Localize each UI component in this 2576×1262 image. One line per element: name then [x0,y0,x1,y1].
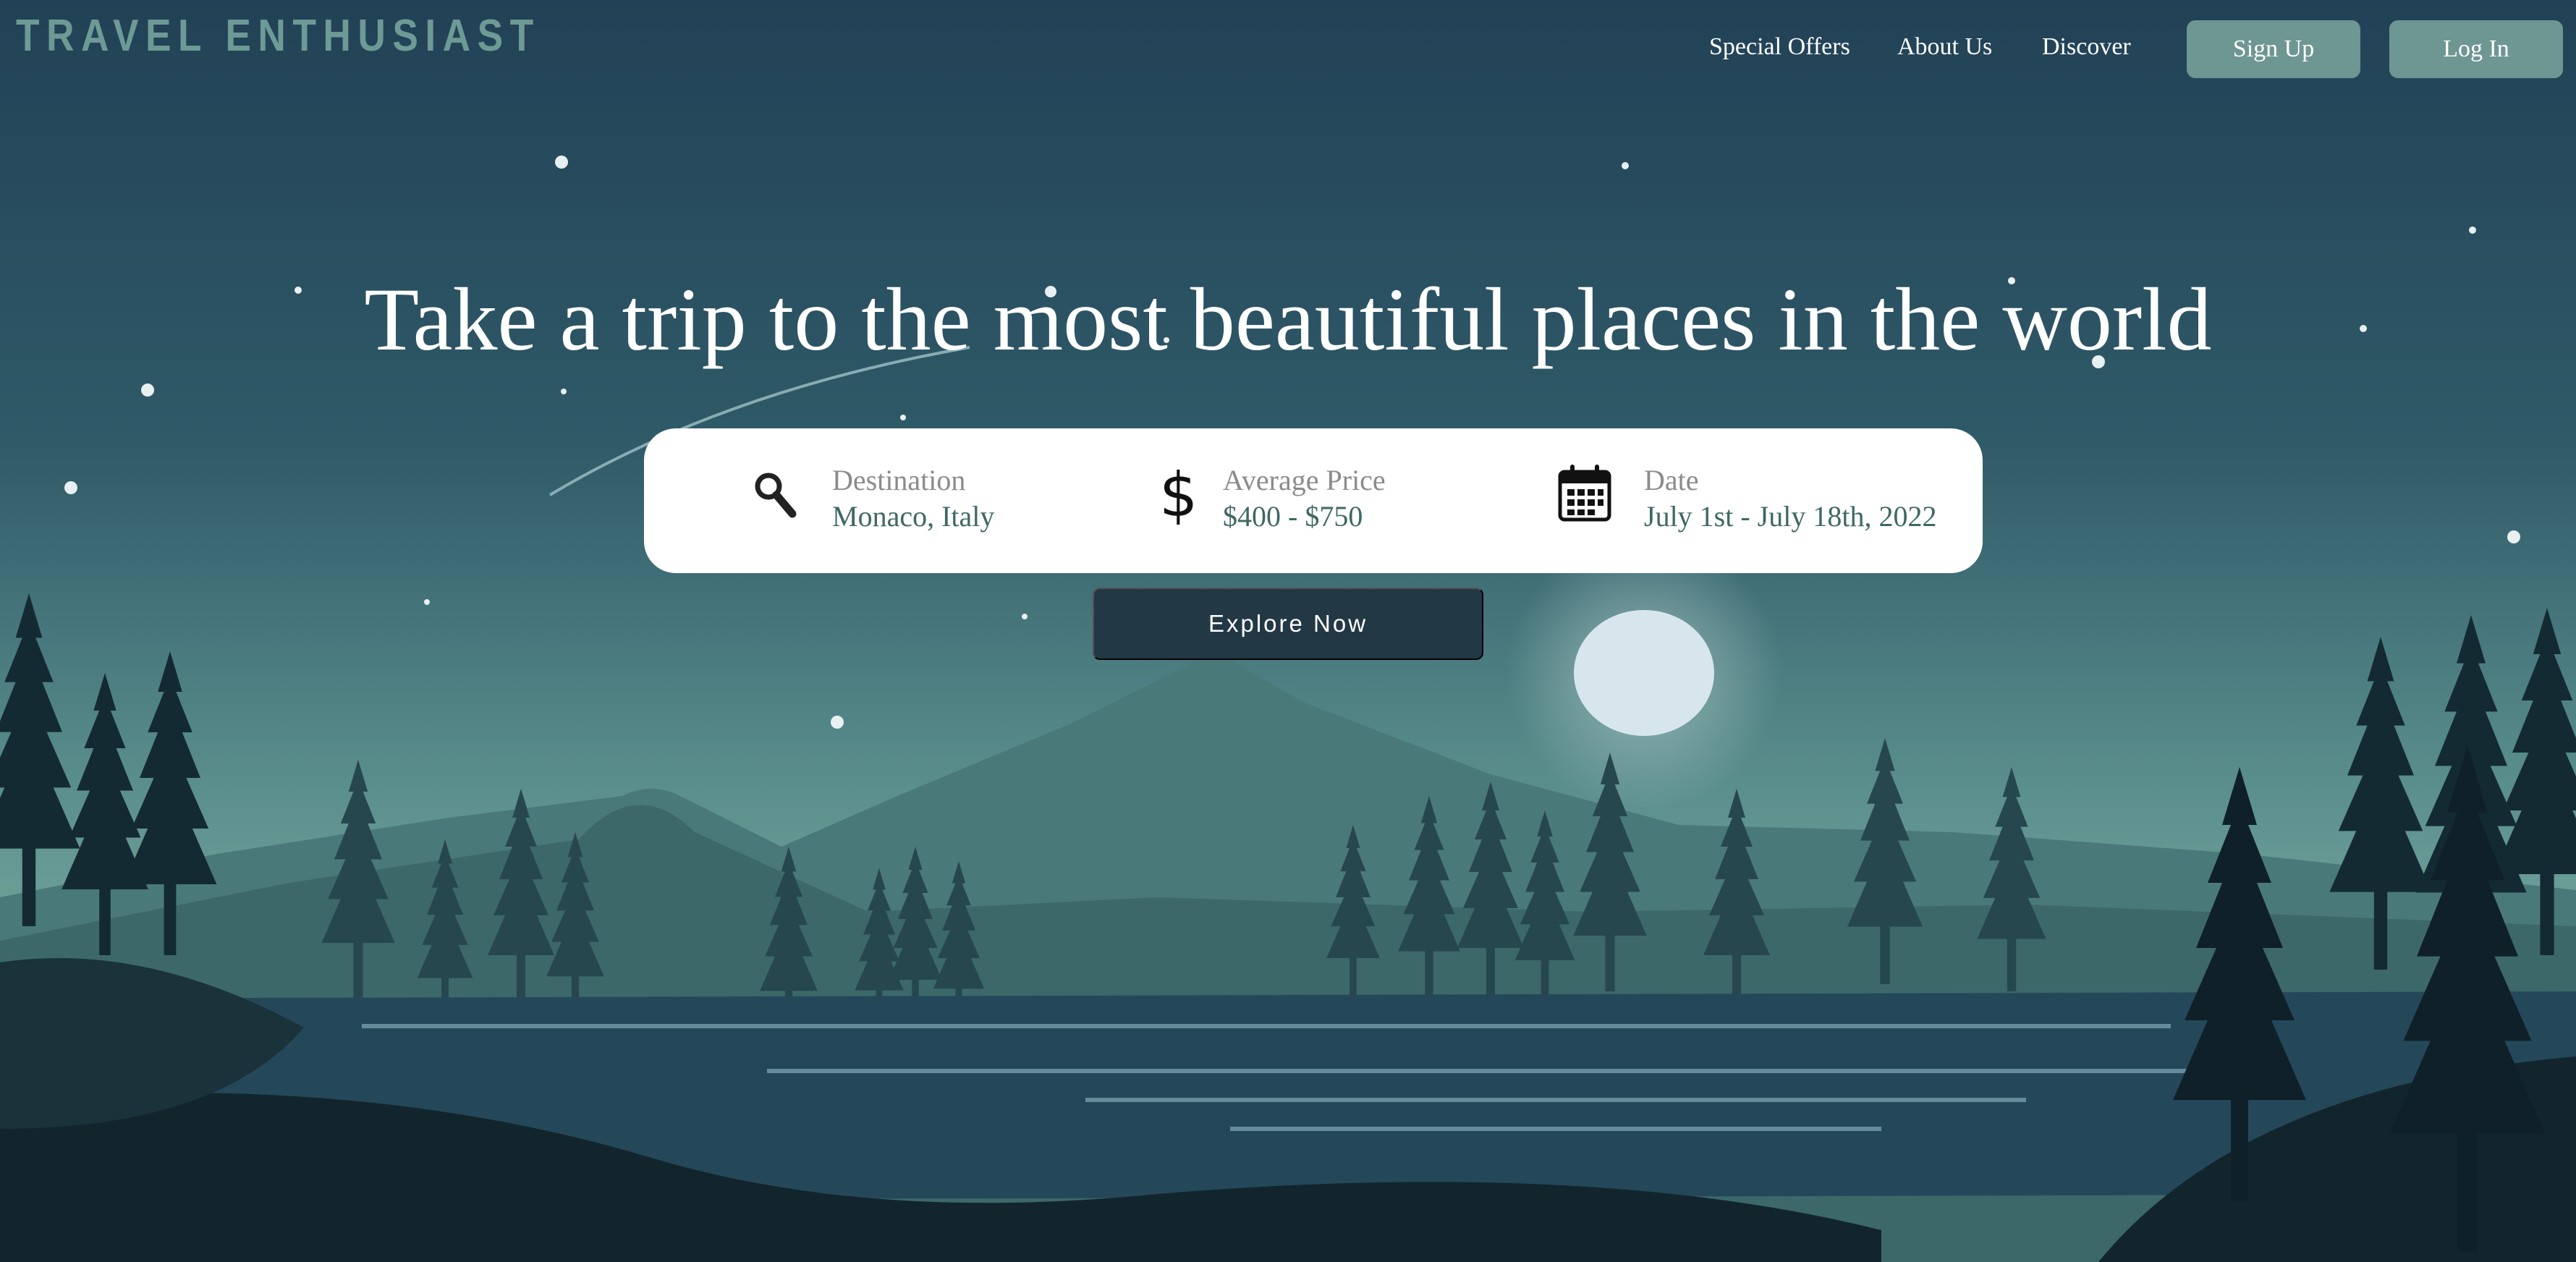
top-navigation: Special Offers About Us Discover Sign Up… [0,20,2576,78]
date-label: Date [1644,464,1699,496]
nav-link-special-offers[interactable]: Special Offers [1709,33,1850,61]
date-value: July 1st - July 18th, 2022 [1644,500,1937,533]
sign-up-button[interactable]: Sign Up [2187,20,2360,78]
log-in-button[interactable]: Log In [2389,20,2563,78]
average-price-value: $400 - $750 [1223,500,1363,533]
explore-now-button[interactable]: Explore Now [1093,588,1483,660]
dollar-icon: $ [1159,460,1198,530]
search-card: Destination Monaco, Italy $ Average Pric… [644,428,1983,573]
nav-link-about-us[interactable]: About Us [1897,33,1992,61]
average-price-label: Average Price [1223,464,1386,496]
search-icon [755,473,797,518]
destination-label: Destination [832,464,966,496]
destination-field[interactable]: Destination Monaco, Italy [753,428,1056,573]
date-field[interactable]: Date July 1st - July 18th, 2022 [1557,428,1962,573]
calendar-icon [1558,465,1611,522]
hero-headline: Take a trip to the most beautiful places… [364,270,2212,369]
average-price-field[interactable]: $ Average Price $400 - $750 [1159,428,1463,573]
destination-value: Monaco, Italy [832,500,995,533]
nav-link-discover[interactable]: Discover [2042,33,2131,61]
